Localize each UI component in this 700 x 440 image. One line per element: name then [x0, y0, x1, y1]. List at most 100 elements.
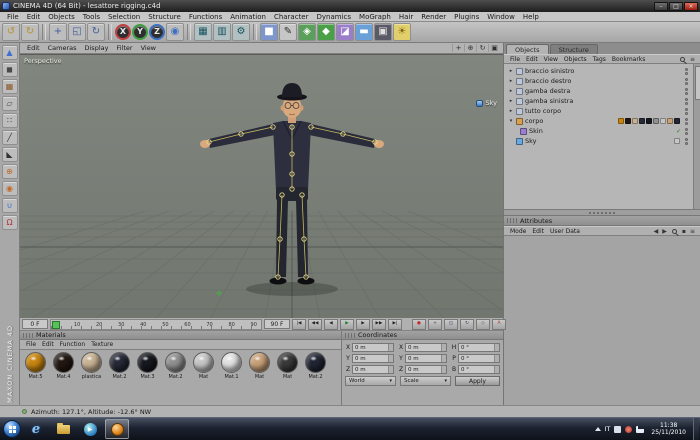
enable-axis-button[interactable]: ⊕ [1, 164, 18, 179]
object-row-braccio-destro[interactable]: ▸ braccio destro [506, 76, 692, 86]
add-camera-button[interactable]: ▣ [374, 23, 392, 41]
rot-h-field[interactable]: 0 ° [458, 343, 500, 352]
texture-tag[interactable] [632, 118, 638, 124]
om-menu-objects[interactable]: Objects [561, 56, 590, 63]
size-y-field[interactable]: 0 m [405, 354, 447, 363]
orbit-view-icon[interactable]: ↻ [476, 44, 488, 52]
cinema4d-taskbar-button[interactable] [105, 419, 129, 439]
texture-tag[interactable] [674, 118, 680, 124]
edges-mode-button[interactable]: ╱ [1, 130, 18, 145]
object-row-gamba-destra[interactable]: ▸ gamba destra [506, 86, 692, 96]
tab-structure[interactable]: Structure [549, 44, 598, 54]
playhead[interactable] [52, 320, 60, 329]
lock-z-button[interactable]: Z [149, 24, 165, 40]
viewport-menu-filter[interactable]: Filter [112, 44, 136, 52]
lock-icon[interactable]: ▪ [680, 228, 688, 235]
texture-tag[interactable] [625, 118, 631, 124]
add-light-button[interactable]: ☀ [393, 23, 411, 41]
autokey-button[interactable]: A [492, 318, 506, 330]
texture-mode-button[interactable]: ▦ [1, 79, 18, 94]
rot-p-field[interactable]: 0 ° [458, 354, 500, 363]
options-icon[interactable]: ≡ [688, 228, 697, 235]
visibility-dots[interactable] [685, 137, 688, 145]
nav-forward-icon[interactable]: ▶ [660, 228, 669, 235]
object-row-sky[interactable]: Sky [506, 136, 692, 146]
undo-button[interactable]: ↺ [2, 23, 20, 41]
redo-button[interactable]: ↻ [21, 23, 39, 41]
texture-tag[interactable] [639, 118, 645, 124]
expand-icon[interactable]: ▸ [508, 98, 514, 104]
material-item[interactable]: Mat.2 [163, 352, 188, 380]
menu-mograph[interactable]: MoGraph [355, 13, 395, 21]
tab-objects[interactable]: Objects [506, 44, 549, 54]
om-menu-bookmarks[interactable]: Bookmarks [609, 56, 649, 63]
goto-start-button[interactable]: |◀ [292, 318, 306, 330]
close-button[interactable]: × [684, 1, 698, 11]
om-menu-tags[interactable]: Tags [590, 56, 609, 63]
rot-b-field[interactable]: 0 ° [458, 365, 500, 374]
visibility-dots[interactable] [685, 97, 688, 105]
add-primitive-button[interactable]: ■ [260, 23, 278, 41]
points-mode-button[interactable]: ∷ [1, 113, 18, 128]
menu-hair[interactable]: Hair [395, 13, 417, 21]
add-nurbs-button[interactable]: ◈ [298, 23, 316, 41]
expand-icon[interactable]: ▸ [508, 78, 514, 84]
menu-edit[interactable]: Edit [23, 13, 45, 21]
menu-plugins[interactable]: Plugins [450, 13, 483, 21]
timeline-ruler[interactable]: 010 2030 4050 6070 8090 [50, 318, 262, 330]
object-row-corpo[interactable]: ▾ corpo [506, 116, 692, 126]
prev-key-button[interactable]: ◀◀ [308, 318, 322, 330]
current-frame-field[interactable]: 0 F [22, 319, 48, 329]
internet-explorer-button[interactable]: e [24, 419, 48, 439]
texture-tag[interactable] [667, 118, 673, 124]
notification-icon[interactable] [625, 425, 633, 433]
mat-menu-edit[interactable]: Edit [39, 341, 57, 348]
menu-dynamics[interactable]: Dynamics [313, 13, 356, 21]
play-button[interactable]: ▶ [340, 318, 354, 330]
texture-tag[interactable] [674, 138, 680, 144]
material-item[interactable]: Mat.1 [219, 352, 244, 380]
visibility-dots[interactable] [685, 67, 688, 75]
attr-menu-mode[interactable]: Mode [507, 228, 529, 235]
prev-frame-button[interactable]: ◀ [324, 318, 338, 330]
pos-z-field[interactable]: 0 m [352, 365, 394, 374]
object-row-braccio-sinistro[interactable]: ▸ braccio sinistro [506, 66, 692, 76]
show-desktop-button[interactable] [693, 417, 699, 440]
start-button[interactable] [3, 420, 21, 438]
attr-search-icon[interactable] [671, 228, 677, 234]
coordinate-mode-dropdown[interactable]: World [345, 376, 396, 386]
menu-tools[interactable]: Tools [79, 13, 104, 21]
record-rotation-button[interactable]: ↻ [460, 318, 474, 330]
object-row-skin[interactable]: Skin ✓ [506, 126, 692, 136]
toggle-panels-icon[interactable]: ▣ [488, 44, 500, 52]
goto-end-button[interactable]: ▶| [388, 318, 402, 330]
search-icon[interactable] [679, 56, 685, 62]
coordinate-lock-button[interactable]: ◉ [1, 181, 18, 196]
scale-mode-dropdown[interactable]: Scale [400, 376, 451, 386]
viewport-menu-display[interactable]: Display [81, 44, 113, 52]
polygons-mode-button[interactable]: ◣ [1, 147, 18, 162]
render-picture-viewer-button[interactable]: ▥ [213, 23, 231, 41]
next-frame-button[interactable]: ▶ [356, 318, 370, 330]
texture-tags[interactable] [618, 118, 680, 124]
network-icon[interactable] [636, 425, 645, 433]
visibility-dots[interactable] [685, 127, 688, 135]
menu-file[interactable]: File [3, 13, 23, 21]
om-menu-edit[interactable]: Edit [523, 56, 541, 63]
snap-button[interactable]: ∪ [1, 198, 18, 213]
minimize-button[interactable]: – [654, 1, 668, 11]
material-item[interactable]: Mat.2 [303, 352, 328, 380]
visibility-dots[interactable] [685, 77, 688, 85]
material-item[interactable]: plastica [79, 352, 104, 380]
pos-y-field[interactable]: 0 m [352, 354, 394, 363]
size-z-field[interactable]: 0 m [405, 365, 447, 374]
model-mode-button[interactable]: ◼ [1, 62, 18, 77]
keyboard-icon[interactable] [614, 425, 622, 433]
coordinate-system-button[interactable]: ◉ [166, 23, 184, 41]
end-frame-field[interactable]: 90 F [264, 319, 290, 329]
collapse-icon[interactable]: ▾ [508, 118, 514, 124]
pan-view-icon[interactable]: + [452, 44, 464, 52]
menu-structure[interactable]: Structure [144, 13, 185, 21]
menu-window[interactable]: Window [483, 13, 519, 21]
enabled-check-icon[interactable]: ✓ [676, 128, 681, 135]
